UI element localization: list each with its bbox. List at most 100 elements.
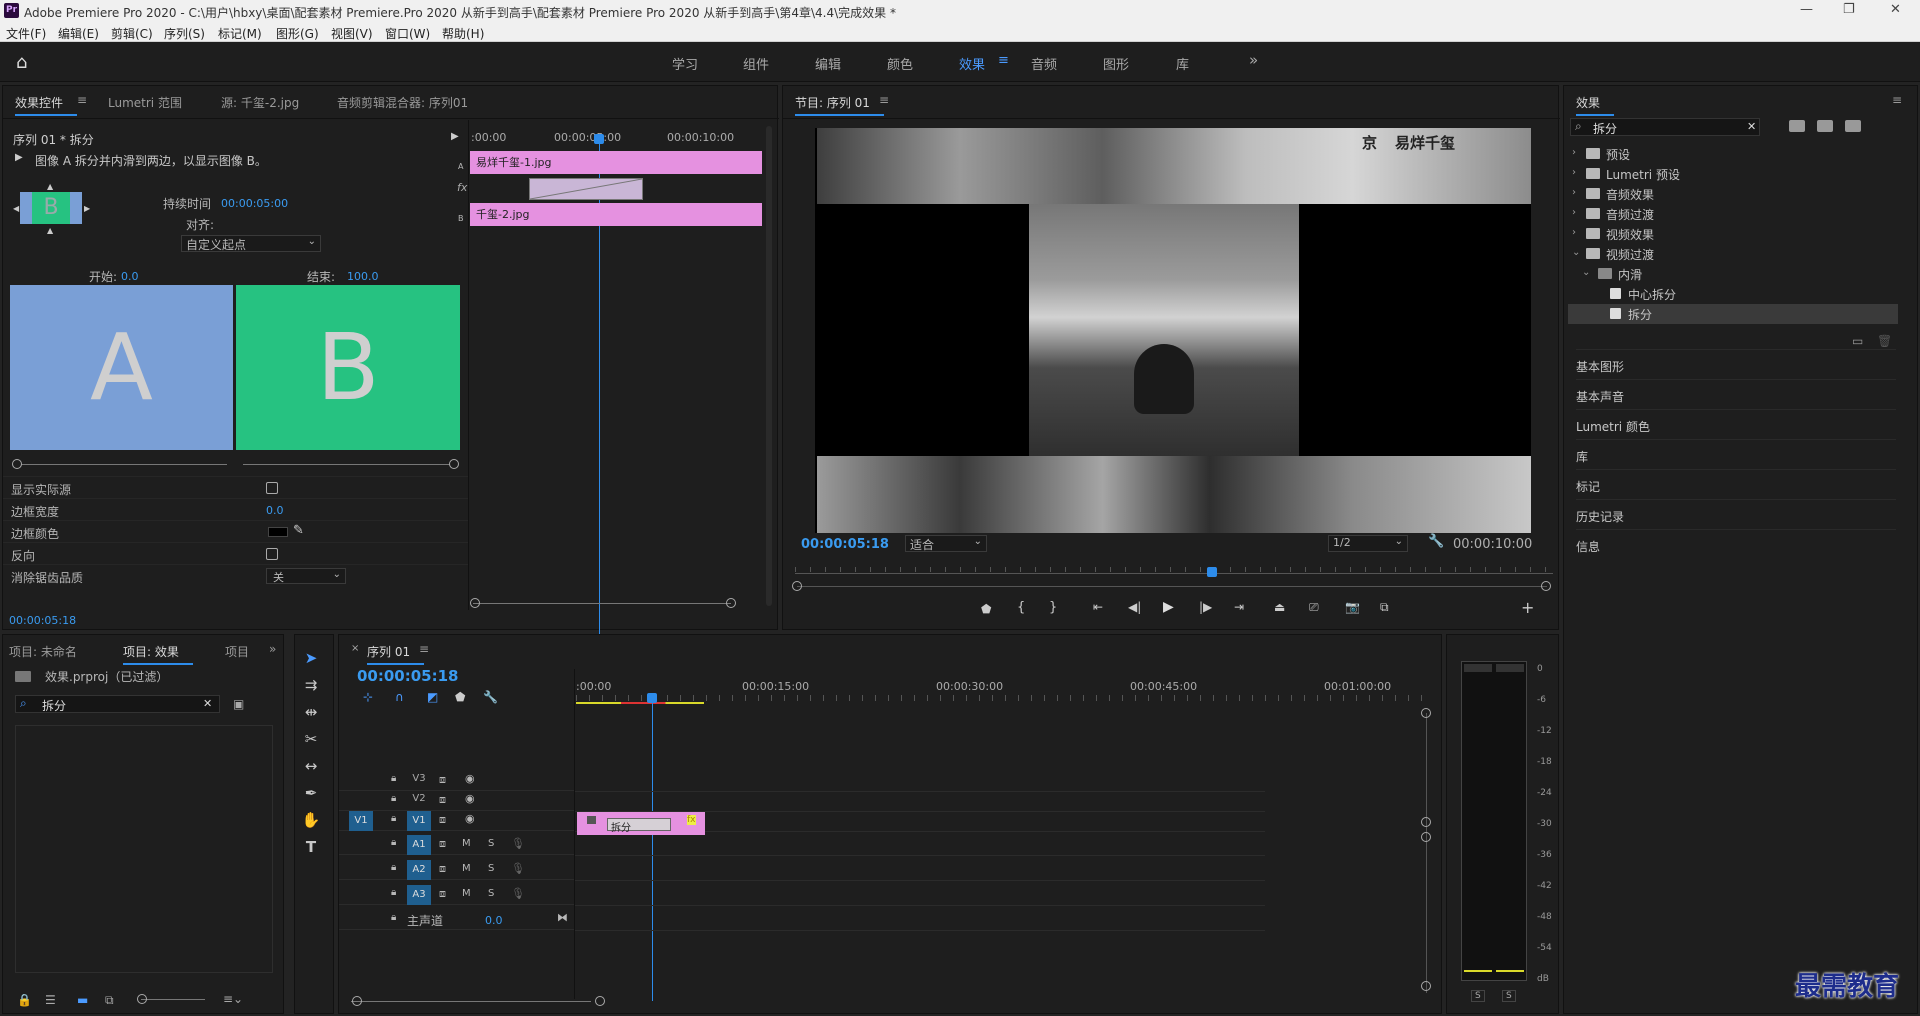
edge-south-icon[interactable]: ▲ — [47, 226, 53, 235]
panel-markers[interactable]: 标记 — [1576, 469, 1896, 499]
restore-icon[interactable]: ❐ — [1843, 2, 1855, 17]
solo-right-button[interactable]: S — [1502, 990, 1516, 1002]
tree-audio-transitions[interactable]: › 音频过渡 — [1564, 204, 1894, 224]
sync-lock-icon[interactable]: ⧈ — [439, 793, 446, 807]
lock-icon[interactable]: 🔒︎ — [391, 793, 396, 804]
clear-search-icon[interactable]: ✕ — [1747, 120, 1756, 133]
mini-transition-block[interactable] — [529, 178, 643, 200]
mini-clip-b[interactable]: 千玺-2.jpg — [470, 203, 762, 226]
nest-icon[interactable]: ⊹ — [363, 690, 373, 704]
vscroll-handle-mid1[interactable] — [1421, 817, 1431, 827]
lock-icon[interactable]: 🔒︎ — [391, 813, 396, 824]
resolution-select[interactable]: 1/2 ⌄ — [1328, 535, 1408, 552]
zoom-slider[interactable] — [141, 999, 205, 1000]
microphone-icon[interactable]: 🎙 — [511, 887, 525, 900]
panel-essential-graphics[interactable]: 基本图形 — [1576, 349, 1896, 379]
mark-out-icon[interactable]: } — [1049, 600, 1057, 615]
edge-east-icon[interactable]: ▶ — [84, 204, 90, 213]
eyedropper-icon[interactable]: ✎ — [293, 523, 304, 538]
fit-select[interactable]: 适合 ⌄ — [905, 535, 987, 552]
timeline-settings-icon[interactable]: 🔧 — [483, 690, 498, 704]
menu-help[interactable]: 帮助(H) — [442, 25, 484, 42]
linked-selection-icon[interactable]: ◩ — [427, 690, 438, 704]
effects-panel-title[interactable]: 效果 — [1576, 94, 1615, 116]
menu-file[interactable]: 文件(F) — [6, 25, 46, 42]
extract-icon[interactable]: ⎚ — [1309, 600, 1319, 615]
program-zoom-right[interactable] — [1541, 581, 1551, 591]
pen-tool-icon[interactable]: ✒ — [295, 784, 327, 811]
tree-split[interactable]: 拆分 — [1568, 304, 1898, 324]
step-back-icon[interactable]: ◀| — [1128, 600, 1141, 614]
effect-controls-time[interactable]: 00:00:05:18 — [9, 614, 76, 627]
end-slider-handle[interactable] — [449, 459, 459, 469]
lock-icon[interactable]: 🔒 — [17, 993, 32, 1007]
snap-icon[interactable]: ∩ — [395, 690, 404, 704]
tab-source[interactable]: 源: 千玺-2.jpg — [221, 94, 299, 111]
tab-project-effects[interactable]: 项目: 效果 — [123, 643, 193, 665]
workspace-menu-icon[interactable]: ≡ — [998, 53, 1009, 68]
tab-effect-controls[interactable]: 效果控件 — [15, 94, 78, 116]
microphone-icon[interactable]: 🎙 — [511, 862, 525, 875]
tree-center-split[interactable]: 中心拆分 — [1564, 284, 1894, 304]
sync-lock-icon[interactable]: ⧈ — [439, 862, 446, 876]
eye-icon[interactable]: ◉ — [465, 772, 475, 785]
solo-button[interactable]: S — [488, 838, 494, 849]
home-icon[interactable]: ⌂ — [16, 52, 27, 73]
lock-icon[interactable]: 🔒︎ — [391, 862, 396, 873]
effect-controls-scrollbar[interactable] — [766, 126, 772, 606]
panel-menu-icon[interactable]: ≡ — [879, 93, 889, 107]
mute-button[interactable]: M — [462, 888, 471, 899]
go-to-in-icon[interactable]: ⇤ — [1093, 600, 1103, 614]
lock-icon[interactable]: 🔒︎ — [391, 837, 396, 848]
list-view-icon[interactable]: ☰ — [45, 993, 56, 1007]
program-scrub-ruler[interactable] — [795, 573, 1553, 574]
comparison-view-icon[interactable]: ⧉ — [1380, 600, 1389, 615]
panel-lumetri-color[interactable]: Lumetri 颜色 — [1576, 409, 1896, 439]
workspace-graphics[interactable]: 图形 — [1103, 54, 1129, 73]
go-to-edit-icon[interactable]: ⧓ — [557, 911, 568, 924]
program-zoom-left[interactable] — [792, 581, 802, 591]
workspace-color[interactable]: 颜色 — [887, 54, 913, 73]
solo-left-button[interactable]: S — [1471, 990, 1485, 1002]
zoom-slider-handle[interactable] — [137, 994, 147, 1004]
tab-project-untitled[interactable]: 项目: 未命名 — [9, 643, 77, 660]
start-slider-handle[interactable] — [12, 459, 22, 469]
show-actual-sources-checkbox[interactable] — [266, 482, 278, 494]
mini-zoom-handle-right[interactable] — [726, 598, 736, 608]
program-zoom-bar[interactable] — [797, 586, 1547, 587]
play-icon[interactable]: ▶ — [1163, 599, 1174, 615]
mini-clip-a[interactable]: 易烊千玺-1.jpg — [470, 151, 762, 174]
tab-lumetri-scopes[interactable]: Lumetri 范围 — [108, 94, 182, 111]
panel-menu-icon[interactable]: ≡ — [419, 642, 429, 656]
timeline-zoom-left[interactable] — [352, 996, 362, 1006]
panel-menu-icon[interactable]: ≡ — [77, 93, 87, 107]
split-transition-clip[interactable]: 拆分 — [607, 818, 671, 834]
export-frame-icon[interactable]: 📷 — [1345, 600, 1360, 614]
timeline-zoom-right[interactable] — [595, 996, 605, 1006]
tab-audio-clip-mixer[interactable]: 音频剪辑混合器: 序列01 — [337, 94, 468, 111]
tab-sequence[interactable]: 序列 01 — [367, 643, 425, 665]
end-slider[interactable] — [243, 464, 453, 465]
menu-sequence[interactable]: 序列(S) — [164, 25, 205, 42]
selection-tool-icon[interactable]: ➤ — [295, 649, 327, 676]
add-marker-icon[interactable]: ⬟ — [981, 602, 991, 616]
tree-presets[interactable]: › 预设 — [1564, 144, 1894, 164]
lock-icon[interactable]: 🔒︎ — [391, 887, 396, 898]
start-slider[interactable] — [17, 464, 227, 465]
panel-history[interactable]: 历史记录 — [1576, 499, 1896, 529]
go-to-out-icon[interactable]: ⇥ — [1234, 600, 1244, 614]
minimize-icon[interactable]: — — [1800, 2, 1813, 17]
play-transition-icon[interactable]: ▶ — [451, 131, 459, 142]
project-list[interactable] — [15, 725, 273, 973]
tree-slide[interactable]: ⌄ 内滑 — [1564, 264, 1894, 284]
new-bin-icon[interactable]: ▭ — [1852, 334, 1863, 348]
32bit-effects-icon[interactable] — [1817, 120, 1833, 132]
freeform-view-icon[interactable]: ⧉ — [105, 993, 114, 1008]
mute-button[interactable]: M — [462, 838, 471, 849]
delete-icon[interactable]: 🗑 — [1877, 334, 1892, 348]
workspace-learn[interactable]: 学习 — [672, 54, 698, 73]
vscroll-handle-mid2[interactable] — [1421, 832, 1431, 842]
mute-button[interactable]: M — [462, 863, 471, 874]
more-tabs-icon[interactable]: » — [269, 642, 276, 656]
workspace-libraries[interactable]: 库 — [1176, 54, 1189, 73]
